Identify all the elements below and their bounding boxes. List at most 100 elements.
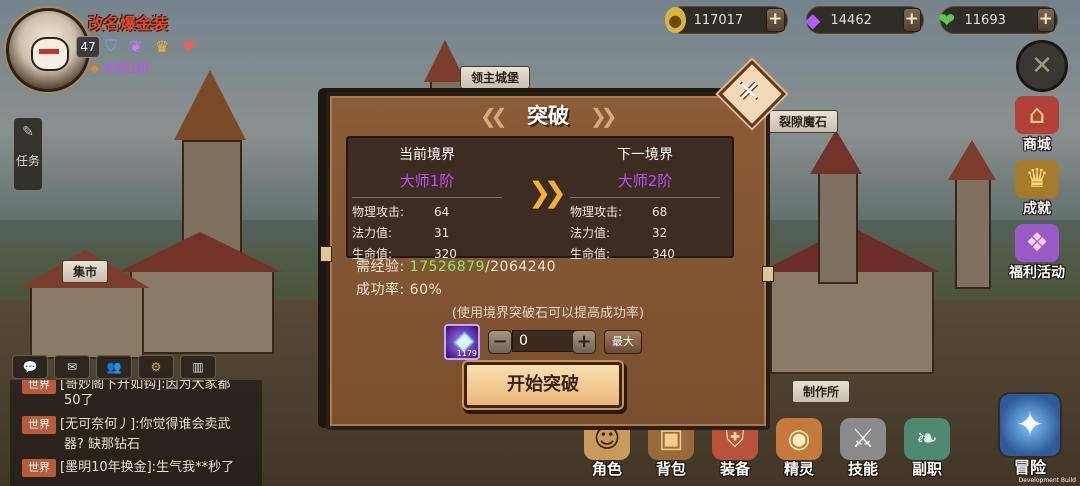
heart-gem-amount: 11693 bbox=[964, 12, 1006, 28]
chat-text: [墨明10年换金]:生气我**秒了 bbox=[60, 460, 235, 475]
title-right-arrow-icon: ❯❯ bbox=[590, 104, 617, 128]
heart-medal-icon: ❤ bbox=[182, 36, 196, 56]
next-realm: 下一境界 大师2阶 物理攻击: 68 法力值: 32 生命值: 340 bbox=[570, 142, 720, 265]
chat-panel[interactable]: 世界 [哥妙阁下升如钩]:因为大家都 50了 世界 [无可奈何丿]:你觉得谁会卖武 … bbox=[10, 380, 262, 486]
breakthrough-dialog: ❮❮ 突破 ❯❯ 当前境界 大师1阶 物理攻击: 64 法力值: 31 生命值:… bbox=[320, 92, 774, 430]
left-notch bbox=[320, 246, 332, 262]
exp-required: /2064240 bbox=[484, 259, 557, 275]
wing-medal-icon: ❦ bbox=[129, 36, 143, 56]
nav-skill[interactable]: ⚔ 技能 bbox=[831, 418, 895, 479]
map-label-rift-stone[interactable]: 裂隙魔石 bbox=[768, 110, 839, 133]
increase-button[interactable]: + bbox=[572, 330, 596, 354]
shop-icon: ⌂ bbox=[1015, 96, 1059, 134]
quill-icon: ✎ bbox=[22, 124, 34, 140]
max-button[interactable]: 最大 bbox=[604, 330, 642, 354]
map-label-workshop[interactable]: 制作所 bbox=[792, 380, 851, 403]
adventure-button[interactable]: ✦ 冒险 bbox=[992, 392, 1068, 478]
divider bbox=[352, 197, 502, 198]
mail-icon[interactable]: ✉ bbox=[54, 355, 90, 379]
chat-text: 器? 缺那钻石 bbox=[64, 437, 141, 452]
stat-value: 64 bbox=[434, 205, 450, 219]
ranking-icon[interactable]: ▥ bbox=[180, 355, 216, 379]
welfare-button[interactable]: ❖ 福利活动 bbox=[1002, 224, 1072, 282]
trophy-icon: ♛ bbox=[1015, 160, 1059, 198]
success-rate: 成功率: 60% bbox=[356, 279, 442, 299]
stat-key: 法力值: bbox=[570, 226, 611, 240]
diamond-icon: ◆ bbox=[805, 8, 821, 32]
breakthrough-stone-slot[interactable]: 1179 bbox=[444, 324, 480, 360]
skill-icon: ⚔ bbox=[840, 418, 886, 460]
chat-line: 世界 [墨明10年换金]:生气我**秒了 bbox=[22, 459, 262, 477]
welfare-label: 福利活动 bbox=[1009, 265, 1065, 281]
stat-value: 68 bbox=[652, 205, 668, 219]
heart-gem-currency: ❤ 11693 + bbox=[938, 6, 1058, 34]
gold-coin-icon: ● bbox=[665, 7, 686, 33]
current-realm-heading: 当前境界 bbox=[399, 147, 455, 163]
player-name: 改名爆金装 bbox=[88, 14, 169, 33]
close-icon[interactable]: ✕ bbox=[728, 70, 770, 112]
achievement-button[interactable]: ♛ 成就 bbox=[1002, 160, 1072, 218]
gift-icon: ❖ bbox=[1015, 224, 1059, 262]
current-realm-rank: 大师1阶 bbox=[399, 172, 455, 190]
map-label-market[interactable]: 集市 bbox=[62, 260, 109, 283]
nav-label: 技能 bbox=[847, 460, 878, 478]
next-realm-heading: 下一境界 bbox=[617, 147, 673, 163]
diamond-amount: 14462 bbox=[830, 12, 872, 28]
chat-line: 50了 bbox=[64, 392, 262, 410]
realm-next-arrow-icon: ❯❯ bbox=[528, 176, 567, 209]
rank-icon: ◆ bbox=[90, 60, 100, 75]
stat-value: 32 bbox=[652, 226, 668, 240]
portal-icon: ✦ bbox=[998, 392, 1062, 458]
stat-value: 340 bbox=[652, 247, 675, 261]
team-icon[interactable]: 👥 bbox=[96, 355, 132, 379]
chat-bubble-icon[interactable]: 💬 bbox=[12, 355, 48, 379]
stat-row: 法力值: 31 bbox=[352, 223, 502, 244]
task-label: 任务 bbox=[15, 154, 40, 168]
nav-label: 角色 bbox=[591, 460, 622, 478]
settings-gear-icon[interactable]: ⚙ bbox=[138, 355, 174, 379]
task-tab[interactable]: ✎ 任务 bbox=[14, 118, 42, 190]
achievement-label: 成就 bbox=[1023, 201, 1051, 217]
map-label-castle[interactable]: 领主城堡 bbox=[460, 66, 531, 89]
heart-gem-icon: ❤ bbox=[938, 8, 956, 32]
chat-channel-badge: 世界 bbox=[22, 380, 56, 394]
chat-text: [哥妙阁下升如钩]:因为大家都 bbox=[60, 380, 231, 392]
stat-row: 法力值: 32 bbox=[570, 223, 720, 244]
add-diamond-button[interactable]: + bbox=[902, 8, 921, 32]
chat-line: 世界 [无可奈何丿]:你觉得谁会卖武 bbox=[22, 416, 262, 434]
player-rank: ◆ 大师1阶 bbox=[90, 58, 150, 78]
stat-key: 物理攻击: bbox=[352, 205, 405, 219]
gold-currency: ● 117017 + bbox=[665, 6, 788, 34]
item-count: 1179 bbox=[456, 349, 477, 358]
start-breakthrough-button[interactable]: 开始突破 bbox=[464, 362, 622, 408]
decrease-button[interactable]: − bbox=[488, 330, 512, 354]
success-rate-value: 60% bbox=[409, 282, 443, 298]
chat-text: [无可奈何丿]:你觉得谁会卖武 bbox=[60, 417, 231, 432]
quantity-input[interactable] bbox=[512, 330, 578, 352]
player-level-badge: 47 bbox=[76, 36, 100, 58]
nav-sub-job[interactable]: ❧ 副职 bbox=[895, 418, 959, 479]
close-menu-button[interactable]: ✕ bbox=[1016, 40, 1068, 92]
add-gold-button[interactable]: + bbox=[765, 8, 785, 32]
next-realm-rank: 大师2阶 bbox=[617, 172, 673, 190]
stat-row: 生命值: 340 bbox=[570, 244, 720, 265]
nav-sprite[interactable]: ◉ 精灵 bbox=[767, 418, 831, 479]
chat-channel-badge: 世界 bbox=[22, 459, 56, 477]
adventure-label: 冒险 bbox=[1013, 458, 1046, 477]
player-rank-label: 大师1阶 bbox=[102, 62, 150, 77]
stat-value: 31 bbox=[434, 226, 450, 240]
shop-button[interactable]: ⌂ 商城 bbox=[1002, 96, 1072, 154]
divider bbox=[570, 197, 720, 198]
dialog-title: 突破 bbox=[527, 104, 569, 128]
current-realm: 当前境界 大师1阶 物理攻击: 64 法力值: 31 生命值: 320 bbox=[352, 142, 502, 265]
stat-key: 物理攻击: bbox=[570, 205, 623, 219]
dev-build-label: Development Build bbox=[1018, 477, 1076, 484]
nav-label: 副职 bbox=[911, 460, 942, 478]
nav-label: 精灵 bbox=[783, 460, 814, 478]
chat-line: 器? 缺那钻石 bbox=[64, 436, 262, 454]
chat-channel-badge: 世界 bbox=[22, 416, 56, 434]
right-notch bbox=[762, 266, 774, 282]
add-heart-gem-button[interactable]: + bbox=[1036, 8, 1055, 32]
diamond-currency: ◆ 14462 + bbox=[805, 6, 924, 34]
avatar-face bbox=[31, 37, 69, 71]
